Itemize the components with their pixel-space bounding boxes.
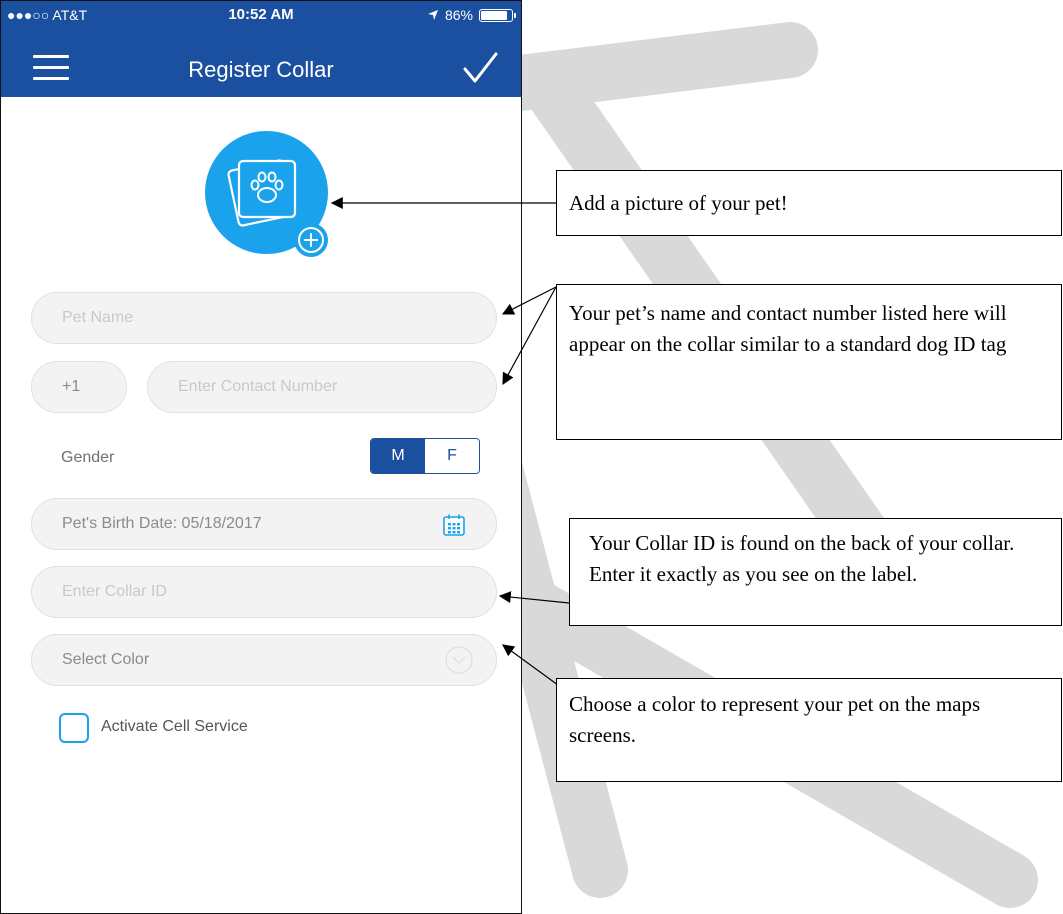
activate-cell-label: Activate Cell Service — [101, 718, 248, 735]
calendar-icon[interactable] — [442, 513, 466, 537]
country-code-input[interactable]: +1 — [31, 361, 127, 413]
callout-color: Choose a color to represent your pet on … — [556, 678, 1062, 782]
callout-collar-id: Your Collar ID is found on the back of y… — [569, 518, 1062, 626]
country-code-value: +1 — [62, 378, 81, 395]
phone-screen: ●●●○○ AT&T 10:52 AM 86% Register Collar — [0, 0, 522, 914]
chevron-down-icon — [445, 646, 473, 674]
status-bar: ●●●○○ AT&T 10:52 AM 86% — [1, 1, 521, 29]
gender-toggle: M F — [370, 438, 480, 474]
color-select-dropdown[interactable]: Select Color — [31, 634, 497, 686]
pet-name-placeholder: Pet Name — [62, 309, 134, 326]
add-photo-plus-icon[interactable] — [294, 223, 328, 257]
birth-date-field[interactable]: Pet's Birth Date: 05/18/2017 — [31, 498, 497, 550]
battery-level — [481, 10, 507, 20]
collar-id-placeholder: Enter Collar ID — [62, 583, 167, 600]
app-header: ●●●○○ AT&T 10:52 AM 86% Register Collar — [1, 1, 521, 97]
callout-name-contact: Your pet’s name and contact number liste… — [556, 284, 1062, 440]
pet-name-input[interactable]: Pet Name — [31, 292, 497, 344]
status-right: 86% — [427, 7, 516, 23]
contact-number-input[interactable]: Enter Contact Number — [147, 361, 497, 413]
battery-percent: 86% — [444, 7, 473, 23]
confirm-check-button[interactable] — [461, 51, 499, 85]
battery-icon — [479, 8, 516, 22]
color-select-value: Select Color — [62, 651, 150, 668]
collar-id-input[interactable]: Enter Collar ID — [31, 566, 497, 618]
callout-photo: Add a picture of your pet! — [556, 170, 1062, 236]
page-title: Register Collar — [188, 57, 334, 82]
activate-cell-checkbox[interactable] — [59, 713, 89, 743]
gender-label: Gender — [61, 449, 115, 466]
contact-number-placeholder: Enter Contact Number — [178, 378, 338, 395]
gender-option-m[interactable]: M — [371, 439, 425, 473]
gender-option-f[interactable]: F — [425, 439, 479, 473]
location-arrow-icon — [427, 10, 438, 20]
birth-date-value: Pet's Birth Date: 05/18/2017 — [62, 515, 262, 532]
battery-tip — [514, 12, 516, 18]
